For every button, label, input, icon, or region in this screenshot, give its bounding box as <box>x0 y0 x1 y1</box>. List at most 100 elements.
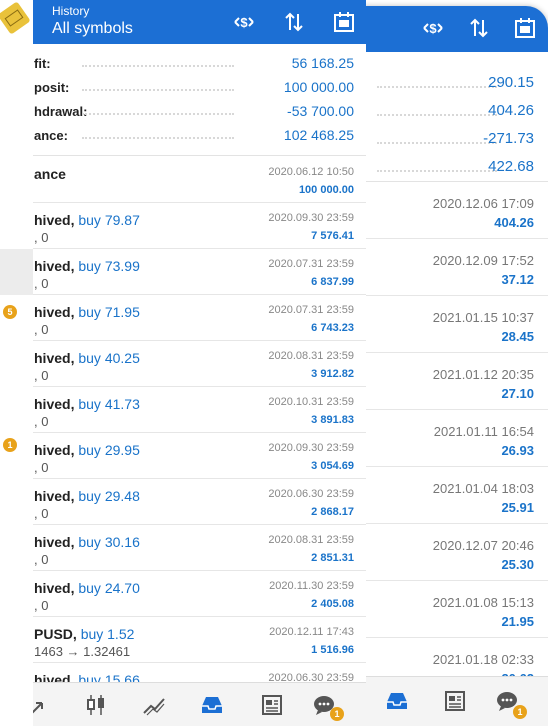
page-title: History <box>52 4 90 18</box>
trade-date: 2021.01.12 20:35 <box>432 367 534 382</box>
trade-detail: 1463 → 1.32461 <box>34 644 131 659</box>
summary-value: 100 000.00 <box>283 79 354 95</box>
summary-value: 102 468.25 <box>283 127 354 143</box>
table-row[interactable]: hived, buy 29.48 , 0 2020.06.30 23:59 2 868… <box>0 479 366 525</box>
table-row[interactable]: hived, buy 41.73 , 0 2020.10.31 23:59 3 891… <box>0 387 366 433</box>
trade-amount: 6 743.23 <box>311 322 354 334</box>
svg-text:$: $ <box>240 15 248 30</box>
trade-date: 2020.11.30 23:59 <box>269 580 354 592</box>
account-summary: fit: 56 168.25 posit: 100 000.00 hdrawal… <box>0 44 366 156</box>
table-row[interactable]: hived, buy 71.95 , 0 2020.07.31 23:59 6 743… <box>0 295 366 341</box>
selected-row-highlight <box>0 249 33 295</box>
trade-history-list: ance 2020.06.12 10:50 100 000.00 hived, b… <box>0 157 366 709</box>
trade-title: hived, buy 40.25 <box>34 350 140 366</box>
trade-detail: , 0 <box>34 276 49 291</box>
back-bottom-nav: 1 <box>335 676 548 726</box>
trade-title: hived, buy 29.95 <box>34 442 140 458</box>
inbox-icon[interactable] <box>200 693 224 717</box>
trade-date: 2020.08.31 23:59 <box>268 534 354 546</box>
table-row[interactable]: PUSD, buy 1.52 1463 → 1.32461 2020.12.11 1… <box>0 617 366 663</box>
list-item[interactable]: 2021.01.11 16:54 26.93 <box>335 410 548 467</box>
trade-amount: 21.95 <box>501 614 534 629</box>
trade-date: 2021.01.18 02:33 <box>432 652 534 667</box>
trade-detail: , 0 <box>34 230 49 245</box>
news-icon[interactable] <box>260 693 284 717</box>
back-header: $ <box>335 6 548 52</box>
calendar-icon[interactable] <box>513 16 537 40</box>
list-item[interactable]: 2020.12.06 17:09 404.26 <box>335 182 548 239</box>
summary-value: 290.15 <box>488 74 534 91</box>
table-row[interactable]: hived, buy 24.70 , 0 2020.11.30 23:59 2 405… <box>0 571 366 617</box>
summary-label: ance: <box>34 128 68 143</box>
trade-date: 2021.01.08 15:13 <box>432 595 534 610</box>
table-row[interactable]: hived, buy 40.25 , 0 2020.08.31 23:59 3 912… <box>0 341 366 387</box>
trade-date: 2020.09.30 23:59 <box>268 212 354 224</box>
trade-title: hived, buy 41.73 <box>34 396 140 412</box>
trade-amount: 3 912.82 <box>311 368 354 380</box>
inbox-icon[interactable] <box>385 689 409 713</box>
trade-detail: , 0 <box>34 598 49 613</box>
list-item[interactable]: 2021.01.04 18:03 25.91 <box>335 467 548 524</box>
trade-date: 2021.01.11 16:54 <box>433 424 534 439</box>
summary-label: posit: <box>34 80 70 95</box>
trade-amount: 26.93 <box>501 443 534 458</box>
trade-amount: 100 000.00 <box>298 184 354 196</box>
trade-amount: 2 851.31 <box>311 552 354 564</box>
trade-date: 2020.10.31 23:59 <box>268 396 354 408</box>
summary-row: fit: 56 168.25 <box>0 52 366 76</box>
history-screen: History All symbols $ fit: 56 168.25 pos… <box>0 0 366 726</box>
calendar-icon[interactable] <box>332 10 356 34</box>
currency-swap-icon[interactable]: $ <box>232 10 256 34</box>
list-item[interactable]: 2021.01.12 20:35 27.10 <box>335 353 548 410</box>
trade-date: 2020.08.31 23:59 <box>268 350 354 362</box>
svg-text:$: $ <box>429 21 437 36</box>
sort-arrows-icon[interactable] <box>282 10 306 34</box>
list-item[interactable]: 2020.12.09 17:52 37.12 <box>335 239 548 296</box>
trend-icon[interactable] <box>142 693 166 717</box>
sort-arrows-icon[interactable] <box>467 16 491 40</box>
app-header: History All symbols $ <box>0 0 366 44</box>
summary-row: hdrawal: -53 700.00 <box>0 100 366 124</box>
trade-amount: 25.30 <box>501 557 534 572</box>
trade-date: 2020.09.30 23:59 <box>268 442 354 454</box>
table-row[interactable]: hived, buy 73.99 , 0 2020.07.31 23:59 6 837… <box>0 249 366 295</box>
trade-title: hived, buy 71.95 <box>34 304 140 320</box>
count-badge: 1 <box>3 438 17 452</box>
news-icon[interactable] <box>443 689 467 713</box>
summary-label: hdrawal: <box>34 104 88 119</box>
summary-value: 404.26 <box>488 102 534 119</box>
summary-row: posit: 100 000.00 <box>0 76 366 100</box>
trade-detail: , 0 <box>34 414 49 429</box>
trade-title: ance <box>34 166 66 182</box>
table-row[interactable]: hived, buy 79.87 , 0 2020.09.30 23:59 7 576… <box>0 203 366 249</box>
summary-label: fit: <box>34 56 51 71</box>
trade-title: hived, buy 24.70 <box>34 580 140 596</box>
trade-amount: 28.45 <box>501 329 534 344</box>
trade-amount: 2 868.17 <box>311 506 354 518</box>
trade-amount: 3 891.83 <box>311 414 354 426</box>
trade-date: 2020.06.12 10:50 <box>268 166 354 178</box>
trade-amount: 1 516.96 <box>311 644 354 656</box>
trade-date: 2020.07.31 23:59 <box>268 258 354 270</box>
trade-date: 2021.01.15 10:37 <box>432 310 534 325</box>
back-trade-list: 2020.12.06 17:09 404.26 2020.12.09 17:52 3… <box>335 182 548 695</box>
trade-date: 2020.12.07 20:46 <box>432 538 534 553</box>
summary-value: -53 700.00 <box>287 103 354 119</box>
candles-icon[interactable] <box>84 693 108 717</box>
currency-swap-icon[interactable]: $ <box>421 16 445 40</box>
trade-title: hived, buy 30.16 <box>34 534 140 550</box>
table-row[interactable]: hived, buy 29.95 , 0 2020.09.30 23:59 3 054… <box>0 433 366 479</box>
trade-amount: 404.26 <box>494 215 534 230</box>
back-history-screen: $ 290.15 404.26 -271.73 422.68 2020.12.0… <box>335 6 548 726</box>
notification-badge: 1 <box>513 705 527 719</box>
trade-amount: 25.91 <box>501 500 534 515</box>
list-item[interactable]: 2020.12.07 20:46 25.30 <box>335 524 548 581</box>
trade-title: hived, buy 73.99 <box>34 258 140 274</box>
symbol-filter[interactable]: All symbols <box>52 20 133 38</box>
table-row[interactable]: hived, buy 30.16 , 0 2020.08.31 23:59 2 851… <box>0 525 366 571</box>
list-item[interactable]: 2021.01.15 10:37 28.45 <box>335 296 548 353</box>
summary-value: -271.73 <box>483 130 534 147</box>
trade-amount: 27.10 <box>501 386 534 401</box>
list-item[interactable]: 2021.01.08 15:13 21.95 <box>335 581 548 638</box>
table-row[interactable]: ance 2020.06.12 10:50 100 000.00 <box>0 157 366 203</box>
